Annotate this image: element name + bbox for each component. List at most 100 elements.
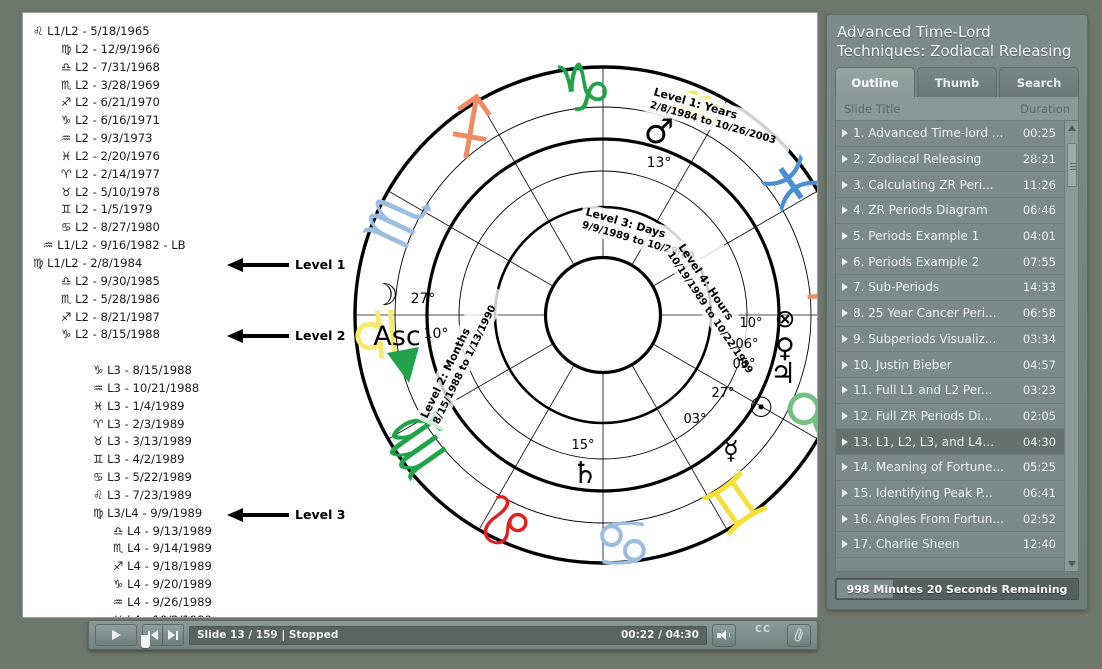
moon-icon: ☽ (372, 278, 399, 313)
venus-degree: 06° (735, 337, 758, 352)
slide-list-item[interactable]: 7. Sub-Periods 14:33 (836, 275, 1064, 301)
expand-caret-icon[interactable] (842, 257, 848, 266)
zr-period-text: ♏ L4 - 9/14/1989 (113, 541, 212, 556)
playback-status: Slide 13 / 159 | Stopped (197, 629, 339, 641)
expand-caret-icon[interactable] (842, 206, 848, 215)
zr-period-row: ♋ L3 - 5/22/1989 (31, 469, 371, 487)
slide-item-title: 10. Justin Bieber (853, 357, 952, 372)
zr-period-row: ♑ L4 - 9/20/1989 (31, 576, 371, 594)
volume-icon (717, 629, 731, 641)
seek-handle[interactable] (141, 635, 150, 648)
slide-list-item[interactable]: 16. Angles From Fortun... 02:52 (836, 506, 1064, 532)
expand-caret-icon[interactable] (842, 180, 848, 189)
attachments-button[interactable] (787, 623, 811, 647)
expand-caret-icon[interactable] (842, 514, 848, 523)
jupiter-degree: 05° (732, 357, 755, 372)
zr-period-row: ♉ L2 - 5/10/1978 (31, 184, 371, 202)
zr-period-text: ♍ L3/L4 - 9/9/1989 (93, 505, 203, 520)
slide-list-item[interactable]: 10. Justin Bieber 04:57 (836, 352, 1064, 378)
expand-caret-icon[interactable] (842, 463, 848, 472)
expand-caret-icon[interactable] (842, 540, 848, 549)
slide-item-duration: 14:33 (1022, 280, 1056, 295)
saturn-degree: 15° (571, 438, 594, 453)
zr-period-row: ♓ L2 - 2/20/1976 (31, 148, 371, 166)
zr-period-row: ♍ L1/L2 - 2/8/1984 Level 1 (31, 255, 371, 273)
expand-caret-icon[interactable] (842, 360, 848, 369)
expand-caret-icon[interactable] (842, 283, 848, 292)
zr-period-text: ♑ L2 - 6/16/1971 (61, 113, 160, 128)
zr-period-text: ♒ L1/L2 - 9/16/1982 - LB (43, 238, 186, 253)
slide-item-title: 13. L1, L2, L3, and L4... (853, 434, 994, 449)
zr-period-row: ♒ L3 - 10/21/1988 (31, 380, 371, 398)
expand-caret-icon[interactable] (842, 129, 848, 138)
zr-period-row: ♋ L2 - 8/27/1980 (31, 219, 371, 237)
zodiac-gemini-glyph: ♊ (687, 453, 780, 550)
play-button[interactable] (95, 624, 137, 646)
slide-item-title: 7. Sub-Periods (853, 280, 940, 295)
expand-caret-icon[interactable] (842, 488, 848, 497)
slide-list-item[interactable]: 15. Identifying Peak P... 06:41 (836, 481, 1064, 507)
expand-caret-icon[interactable] (842, 155, 848, 164)
scroll-up-button[interactable] (1065, 121, 1078, 135)
slide-item-title: 6. Periods Example 2 (853, 254, 980, 269)
slide-list-item[interactable]: 12. Full ZR Periods Di... 02:05 (836, 404, 1064, 430)
zr-period-row: ♌ L3 - 7/23/1989 (31, 487, 371, 505)
zr-period-text: ♎ L2 - 7/31/1968 (61, 59, 160, 74)
slide-list-item[interactable]: 1. Advanced Time-lord ... 00:25 (836, 121, 1064, 147)
slide-list-scrollbar[interactable] (1064, 121, 1078, 571)
slide-list-item[interactable]: 3. Calculating ZR Peri... 11:26 (836, 172, 1064, 199)
expand-caret-icon[interactable] (842, 437, 848, 446)
zr-period-row: ♏ L4 - 9/14/1989 (31, 540, 371, 558)
volume-button[interactable] (712, 623, 736, 647)
tab-search[interactable]: Search (999, 67, 1079, 97)
slide-list-item[interactable]: 11. Full L1 and L2 Per... 03:23 (836, 378, 1064, 404)
zr-period-text: ♐ L4 - 9/18/1989 (113, 559, 212, 574)
slide-item-title: 11. Full L1 and L2 Per... (853, 383, 993, 398)
expand-caret-icon[interactable] (842, 309, 848, 318)
scrollbar-thumb[interactable] (1067, 143, 1077, 187)
slide-list-item[interactable]: 14. Meaning of Fortune... 05:25 (836, 455, 1064, 481)
closed-captions-button[interactable]: CC (755, 624, 781, 647)
expand-caret-icon[interactable] (842, 386, 848, 395)
zodiac-pisces-glyph: ♓ (741, 138, 818, 231)
zr-period-text: ♋ L3 - 5/22/1989 (93, 470, 192, 485)
zr-period-row: ♑ L2 - 8/15/1988 Level 2 (31, 326, 371, 344)
zr-period-row: ♊ L2 - 1/5/1979 (31, 201, 371, 219)
slide-list-item[interactable]: 6. Periods Example 2 07:55 (836, 249, 1064, 276)
slide-list-item[interactable]: 5. Periods Example 1 04:01 (836, 224, 1064, 250)
slide-item-duration: 11:26 (1022, 177, 1056, 192)
expand-caret-icon[interactable] (842, 411, 848, 420)
expand-caret-icon[interactable] (842, 232, 848, 241)
seek-bar[interactable]: Slide 13 / 159 | Stopped 00:22 / 04:30 (189, 625, 707, 645)
slide-list-item[interactable]: 2. Zodiacal Releasing 28:21 (836, 147, 1064, 173)
zr-period-text: ♒ L3 - 10/21/1988 (93, 380, 200, 395)
scroll-down-button[interactable] (1065, 557, 1078, 571)
slide-item-title: 1. Advanced Time-lord ... (853, 126, 1004, 141)
zr-period-text: ♓ L3 - 1/4/1989 (93, 398, 185, 413)
mercury-degree: 03° (683, 412, 706, 427)
slide-list-item[interactable]: 17. Charlie Sheen 12:40 (836, 532, 1064, 558)
sun-degree: 27° (711, 386, 734, 401)
zr-period-row: ♓ L4 - 10/2/1989 (31, 612, 371, 617)
slide-list-item[interactable]: 13. L1, L2, L3, and L4... 04:30 (836, 429, 1064, 455)
arrow-left-icon (227, 257, 289, 272)
zr-period-text: ♐ L2 - 8/21/1987 (61, 309, 160, 324)
slide-item-duration: 28:21 (1022, 152, 1056, 167)
zr-period-text: ♐ L2 - 6/21/1970 (61, 95, 160, 110)
slide-item-duration: 06:46 (1022, 203, 1056, 218)
slide-item-title: 16. Angles From Fortun... (853, 511, 1004, 526)
slide-item-duration: 04:01 (1022, 229, 1056, 244)
next-slide-button[interactable] (163, 624, 184, 646)
slide-list-item[interactable]: 4. ZR Periods Diagram 06:46 (836, 198, 1064, 224)
slide-list-item[interactable]: 8. 25 Year Cancer Peri... 06:58 (836, 301, 1064, 327)
playback-time: 00:22 / 04:30 (621, 629, 699, 641)
zr-period-row (31, 344, 371, 362)
tab-thumb[interactable]: Thumb (917, 67, 997, 97)
slide-item-duration: 03:23 (1022, 383, 1056, 398)
moon-degree: 27° (411, 291, 436, 307)
tab-outline[interactable]: Outline (835, 67, 915, 97)
slide-list-item[interactable]: 9. Subperiods Visualiz... 03:34 (836, 327, 1064, 353)
expand-caret-icon[interactable] (842, 334, 848, 343)
zr-period-text: ♏ L2 - 3/28/1969 (61, 77, 160, 92)
arrow-left-icon (227, 329, 289, 344)
